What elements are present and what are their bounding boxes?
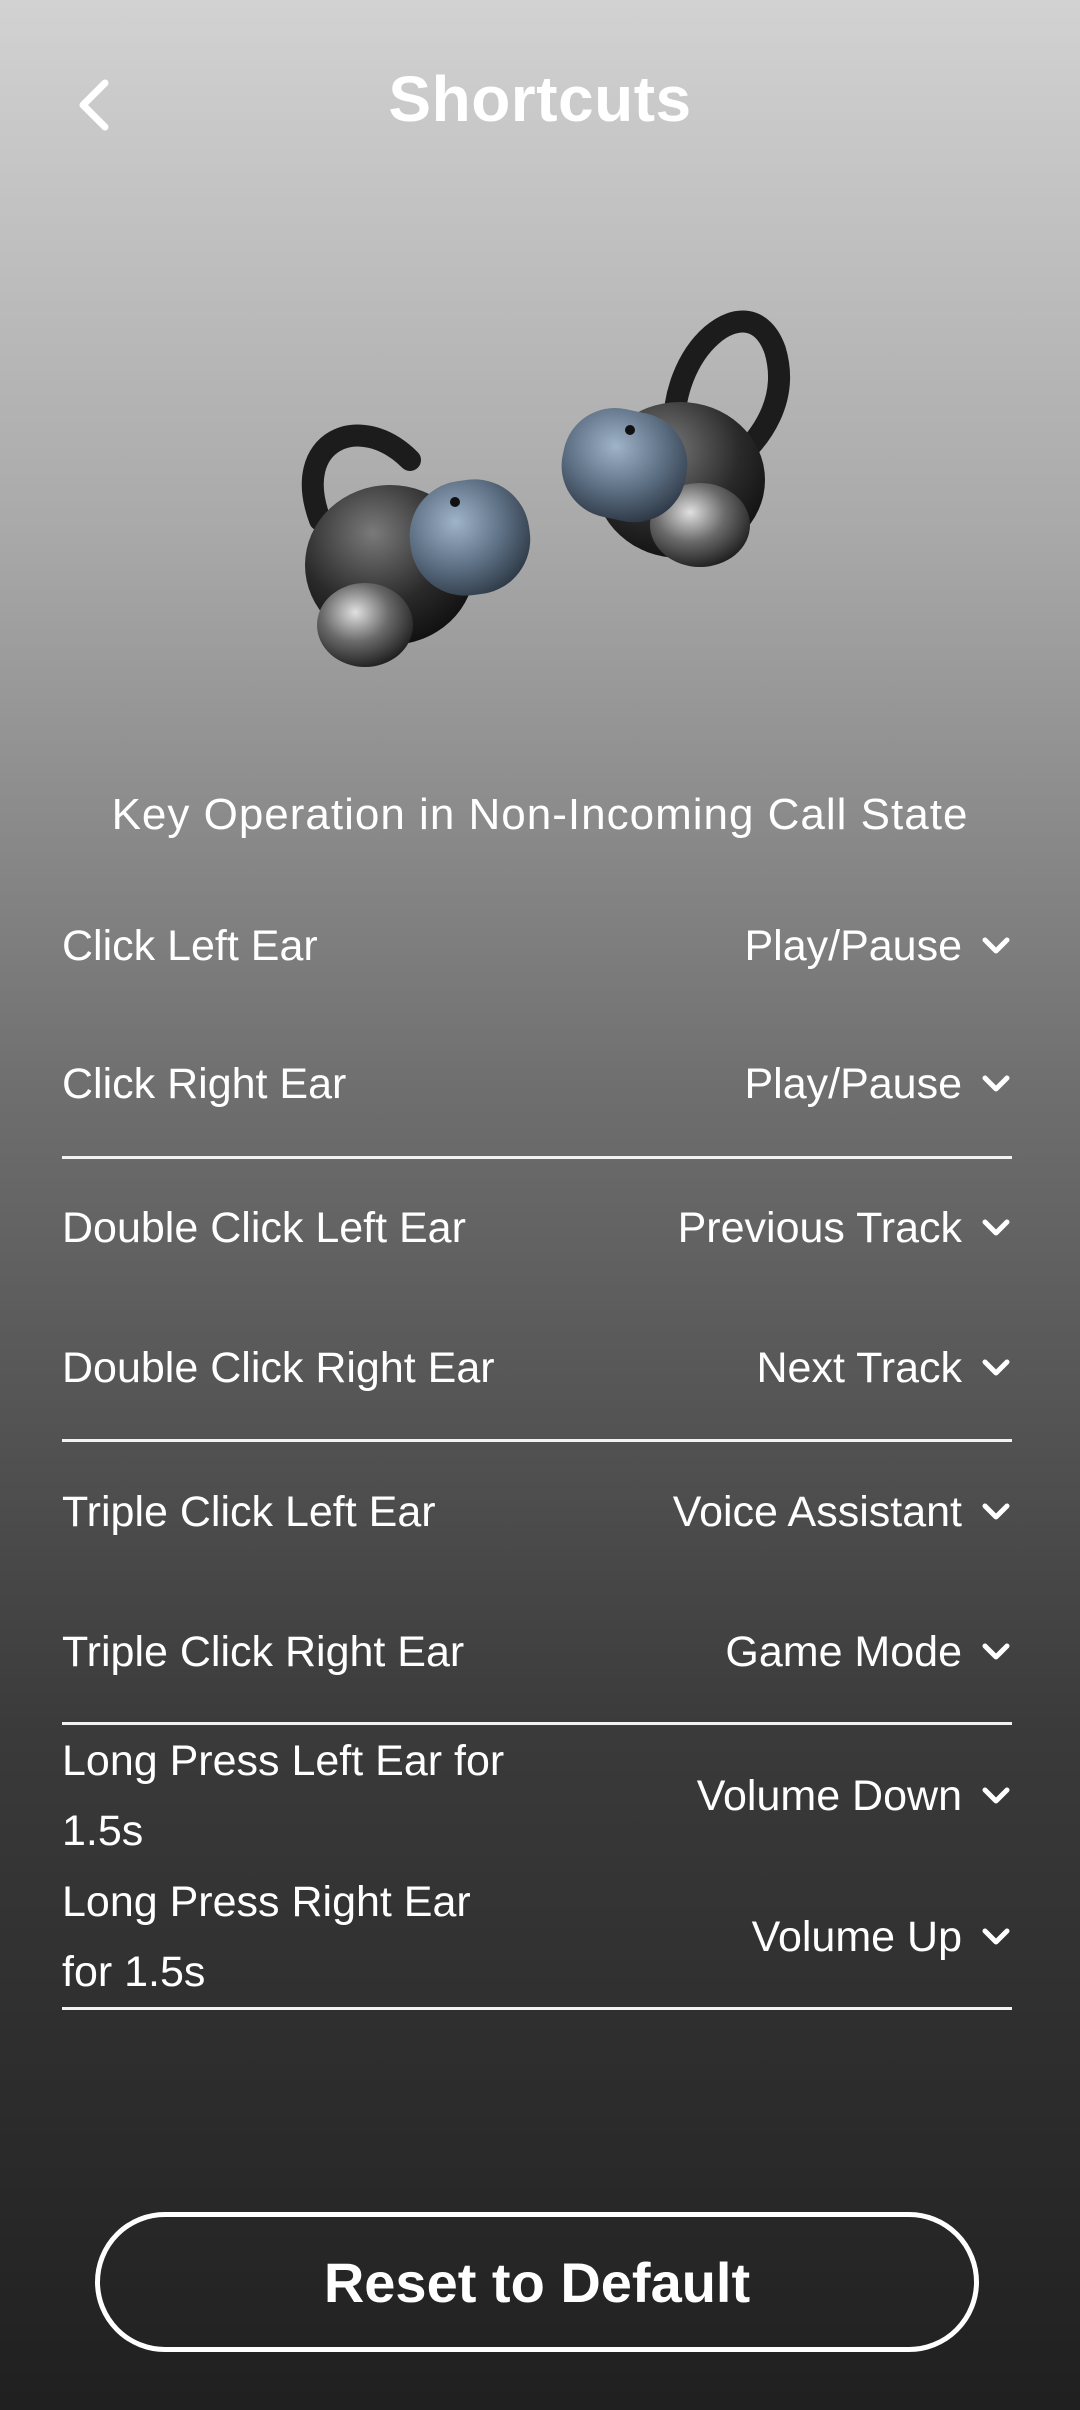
chevron-down-icon <box>982 1928 1010 1945</box>
shortcut-label: Long Press Left Ear for 1.5s <box>62 1737 505 1855</box>
shortcut-row-click-right[interactable]: Click Right Ear Play/Pause <box>62 1012 1012 1156</box>
shortcut-row-triple-right[interactable]: Triple Click Right Ear Game Mode <box>62 1582 1012 1722</box>
chevron-down-icon <box>982 1787 1010 1804</box>
shortcut-row-click-left[interactable]: Click Left Ear Play/Pause <box>62 880 1012 1012</box>
shortcut-list: Click Left Ear Play/Pause Click Right Ea… <box>62 880 1012 2010</box>
shortcut-row-double-right[interactable]: Double Click Right Ear Next Track <box>62 1297 1012 1439</box>
shortcut-value: Volume Down <box>696 1771 962 1820</box>
shortcut-label: Click Right Ear <box>62 1060 347 1108</box>
shortcut-value: Previous Track <box>677 1203 962 1252</box>
shortcut-label: Double Click Right Ear <box>62 1344 495 1392</box>
shortcut-label: Triple Click Right Ear <box>62 1628 465 1676</box>
shortcut-dropdown[interactable]: Volume Down <box>697 1772 1012 1821</box>
section-title: Key Operation in Non-Incoming Call State <box>111 790 969 839</box>
chevron-down-icon <box>982 1503 1010 1520</box>
chevron-down-icon <box>982 1643 1010 1660</box>
shortcut-dropdown[interactable]: Next Track <box>757 1344 1013 1393</box>
chevron-down-icon <box>982 1219 1010 1236</box>
page-title: Shortcuts <box>388 63 692 135</box>
shortcut-dropdown[interactable]: Play/Pause <box>744 1060 1012 1109</box>
shortcut-value: Play/Pause <box>744 921 962 970</box>
shortcut-value: Play/Pause <box>744 1059 962 1108</box>
header: Shortcuts <box>0 0 1080 210</box>
shortcut-value: Voice Assistant <box>672 1487 962 1536</box>
shortcut-row-double-left[interactable]: Double Click Left Ear Previous Track <box>62 1159 1012 1297</box>
shortcut-label: Triple Click Left Ear <box>62 1488 436 1536</box>
shortcut-row-long-left[interactable]: Long Press Left Ear for 1.5s Volume Down <box>62 1725 1012 1867</box>
shortcut-dropdown[interactable]: Volume Up <box>752 1913 1012 1962</box>
reset-to-default-button[interactable]: Reset to Default <box>95 2212 979 2352</box>
chevron-down-icon <box>982 937 1010 954</box>
shortcut-value: Volume Up <box>751 1912 962 1961</box>
shortcut-dropdown[interactable]: Game Mode <box>725 1628 1012 1677</box>
shortcut-row-triple-left[interactable]: Triple Click Left Ear Voice Assistant <box>62 1442 1012 1582</box>
shortcut-label: Click Left Ear <box>62 922 318 970</box>
shortcut-label: Double Click Left Ear <box>62 1204 466 1252</box>
shortcut-dropdown[interactable]: Previous Track <box>678 1204 1012 1253</box>
earbuds-image <box>280 290 800 680</box>
shortcut-value: Game Mode <box>725 1627 962 1676</box>
shortcut-dropdown[interactable]: Play/Pause <box>744 922 1012 971</box>
chevron-down-icon <box>982 1075 1010 1092</box>
shortcut-value: Next Track <box>756 1343 963 1392</box>
shortcut-dropdown[interactable]: Voice Assistant <box>673 1488 1012 1537</box>
divider <box>62 2007 1012 2010</box>
shortcut-row-long-right[interactable]: Long Press Right Ear for 1.5s Volume Up <box>62 1867 1012 2007</box>
chevron-down-icon <box>982 1359 1010 1376</box>
shortcut-label: Long Press Right Ear for 1.5s <box>62 1878 471 1996</box>
